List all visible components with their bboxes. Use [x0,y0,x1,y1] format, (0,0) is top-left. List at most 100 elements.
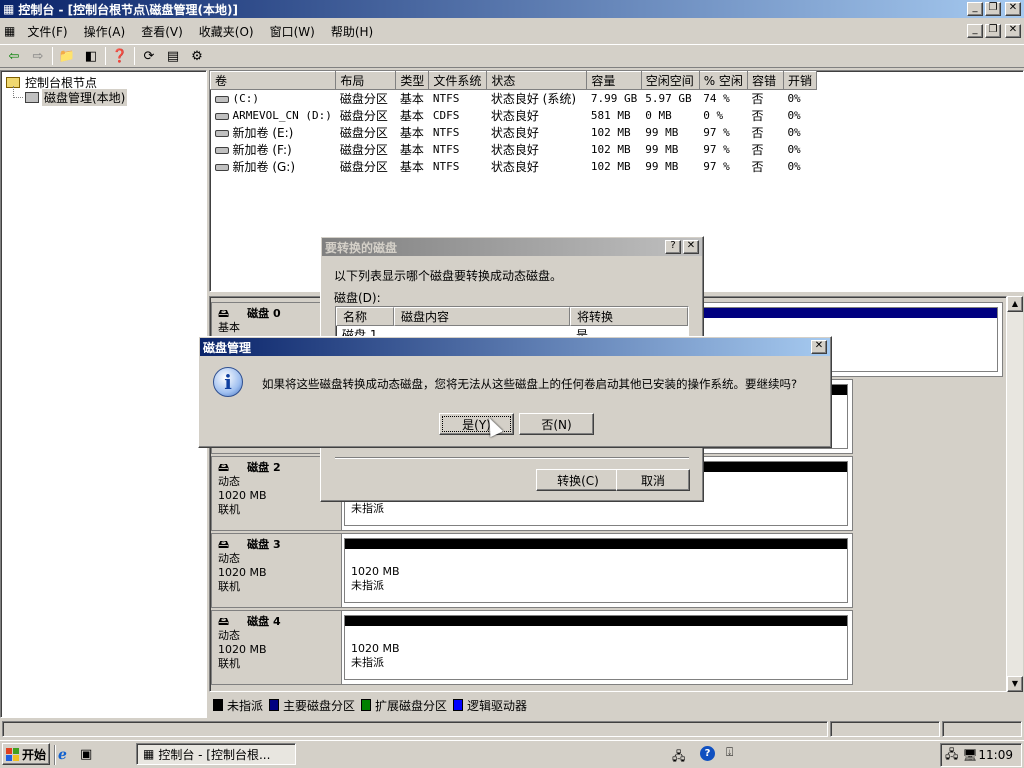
table-row[interactable]: 新加卷 (F:) 磁盘分区 基本 NTFS 状态良好 102 MB 99 MB 97 % 否 0% [211,141,817,158]
table-row[interactable]: ARMEVOL_CN (D:) 磁盘分区 基本 CDFS 状态良好 581 MB 0 MB 0… [211,107,817,124]
column-header[interactable]: % 空闲 [698,71,748,90]
disk-management-icon [25,92,39,103]
disk-pane-scrollbar[interactable]: ▲ ▼ [1007,296,1023,692]
forward-arrow-icon[interactable]: ⇨ [28,47,48,65]
column-header[interactable]: 容量 [586,71,642,90]
table-cell: ARMEVOL_CN (D:) [211,107,336,124]
scroll-up-button[interactable]: ▲ [1007,296,1023,312]
help-button[interactable]: ? [665,240,681,254]
drive-icon [214,147,229,154]
menu-action[interactable]: 操作(A) [76,23,134,40]
disk-3-part-label: 未指派 [351,579,384,592]
list-header-name[interactable]: 名称 [336,307,394,326]
table-cell: 新加卷 (E:) [211,124,336,141]
menu-window[interactable]: 窗口(W) [262,23,323,40]
disk-2-status: 联机 [218,503,240,516]
tree-pane: 控制台根节点 磁盘管理(本地) [0,70,207,718]
table-cell: 基本 [399,160,424,174]
confirm-dialog-title-bar: 磁盘管理 [200,338,830,356]
ie-icon[interactable]: ℯ [58,747,67,763]
table-cell: 磁盘分区 [339,160,388,174]
column-header[interactable]: 类型 [395,71,430,90]
export-list-icon[interactable]: ▤ [163,47,183,65]
show-tree-icon[interactable]: ◧ [81,47,101,65]
column-header[interactable]: 状态 [486,71,588,90]
column-header[interactable]: 文件系统 [428,71,488,90]
table-cell: 102 MB [590,126,631,139]
table-cell: 0 MB [645,109,672,122]
legend-item: 未指派 [213,697,263,714]
list-header-convert[interactable]: 将转换 [570,307,688,326]
child-restore-button[interactable]: ❐ [985,24,1001,38]
console-icon: ▦ [3,2,15,16]
yes-button[interactable]: 是(Y) [439,413,514,435]
convert-dialog-close-button[interactable]: ✕ [683,240,699,254]
table-row[interactable]: (C:) 磁盘分区 基本 NTFS 状态良好 (系统) 7.99 GB 5.97 GB 74 … [211,90,817,108]
close-button[interactable]: ✕ [1005,2,1021,16]
cancel-button[interactable]: 取消 [616,469,690,491]
table-cell: 状态良好 [490,143,539,157]
toolbar: ⇦ ⇨ 📁 ◧ ❓ ⟳ ▤ ⚙ [0,44,1024,68]
tree-disk-management[interactable]: 磁盘管理(本地) [42,89,128,106]
network-icon[interactable]: 🖧 [672,747,685,768]
taskbar-task-console[interactable]: ▦ 控制台 - [控制台根... [136,743,296,765]
table-cell: NTFS [432,160,460,173]
start-button[interactable]: 开始 [2,743,50,765]
desktop-icon[interactable]: ▣ [80,747,92,762]
child-minimize-button[interactable]: _ [967,24,983,38]
convert-dialog-description: 以下列表显示哪个磁盘要转换成动态磁盘。 [334,269,563,283]
drive-icon [214,130,229,137]
table-cell: 状态良好 [490,126,539,140]
table-cell: 0% [787,160,801,173]
table-cell: 否 [751,143,764,157]
menu-view[interactable]: 查看(V) [133,23,191,40]
disk-list[interactable]: 名称 磁盘内容 将转换 磁盘 1 是 [335,306,689,338]
restore-button[interactable]: ❐ [985,2,1001,16]
menu-help[interactable]: 帮助(H) [323,23,381,40]
no-button[interactable]: 否(N) [519,413,594,435]
system-tray: 🖧 🖥 11:09 [940,743,1022,767]
table-cell: 基本 [399,126,424,140]
disk-list-label: 磁盘(D): [334,291,381,305]
disk-2-part-label: 未指派 [351,502,384,515]
table-cell: 99 MB [645,126,679,139]
confirm-dialog-close-button[interactable]: ✕ [811,340,827,354]
table-cell: 5.97 GB [645,92,692,105]
menu-favorites[interactable]: 收藏夹(O) [191,23,262,40]
disk-4-part-size: 1020 MB [351,642,400,655]
volume-table: 卷布局 类型 文件系统 状态 容量 空闲空间% 空闲 容错 开销 (C:) 磁盘分区 基本 NTFS… [210,71,817,175]
refresh-icon[interactable]: ⟳ [139,47,159,65]
column-header[interactable]: 卷 [210,71,337,90]
minimize-button[interactable]: _ [967,2,983,16]
disk-3-partition[interactable]: 1020 MB 未指派 [344,538,848,603]
volume-icon[interactable]: ⍗ [726,745,733,760]
scroll-down-button[interactable]: ▼ [1007,676,1023,692]
network-tray-icon[interactable]: 🖧 [945,745,958,766]
list-header-content[interactable]: 磁盘内容 [394,307,570,326]
disk-2-type: 动态 [218,475,240,488]
table-row[interactable]: 新加卷 (G:) 磁盘分区 基本 NTFS 状态良好 102 MB 99 MB 97 % 否 0% [211,158,817,175]
disk-4-status: 联机 [218,657,240,670]
table-cell: 磁盘分区 [339,109,388,123]
column-header[interactable]: 布局 [335,71,397,90]
confirm-dialog: 磁盘管理 ✕ i 如果将这些磁盘转换成动态磁盘，您将无法从这些磁盘上的任何卷启动… [198,336,832,448]
settings-icon[interactable]: ⚙ [187,47,207,65]
column-header[interactable]: 容错 [746,71,784,90]
help-circle-icon[interactable]: ? [700,746,715,761]
column-header[interactable]: 空闲空间 [640,71,700,90]
menu-file[interactable]: 文件(F) [19,23,75,40]
column-header[interactable]: 开销 [782,71,817,90]
child-close-button[interactable]: ✕ [1005,24,1021,38]
display-tray-icon[interactable]: 🖥 [962,748,977,762]
back-arrow-icon[interactable]: ⇦ [4,47,24,65]
table-cell: 否 [751,109,764,123]
table-cell: 0% [787,126,801,139]
convert-button[interactable]: 转换(C) [536,469,620,491]
table-row[interactable]: 新加卷 (E:) 磁盘分区 基本 NTFS 状态良好 102 MB 99 MB 97 % 否 0% [211,124,817,141]
disk-3-name: 磁盘 3 [247,538,281,551]
table-cell: 97 % [703,126,730,139]
disk-4-partition[interactable]: 1020 MB 未指派 [344,615,848,680]
table-cell: 基本 [399,143,424,157]
up-folder-icon[interactable]: 📁 [57,47,77,65]
properties-icon[interactable]: ❓ [110,47,130,65]
